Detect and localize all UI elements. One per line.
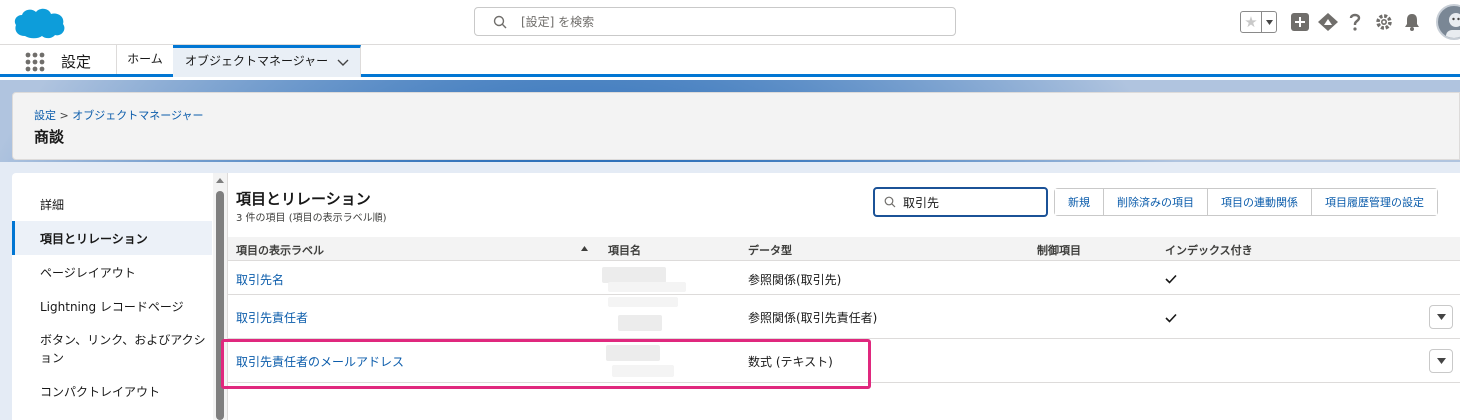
scroll-up-icon[interactable] (216, 177, 224, 185)
section-title: 項目とリレーション (236, 190, 371, 208)
redacted-field-name-line2 (612, 365, 674, 377)
tab-object-manager[interactable]: オブジェクトマネージャー (173, 45, 361, 77)
column-header-field-label[interactable]: 項目の表示ラベル (236, 242, 324, 258)
bell-icon (1405, 14, 1419, 31)
breadcrumb: 設定 > オブジェクトマネージャー (34, 107, 203, 123)
caret-down-icon (1436, 314, 1446, 320)
caret-down-icon (1436, 358, 1446, 364)
breadcrumb-separator: > (59, 109, 69, 122)
table-row: 取引先責任者 参照関係(取引先責任者) (228, 295, 1460, 339)
star-icon[interactable]: ★ (1241, 12, 1261, 32)
row-actions-menu-button[interactable] (1429, 349, 1453, 373)
table-row: 取引先名 参照関係(取引先) (228, 262, 1460, 295)
redacted-field-name-line1 (608, 297, 678, 307)
quick-find-input[interactable] (903, 193, 1043, 211)
redacted-field-name-line2 (608, 282, 686, 292)
sidebar-item-details[interactable]: 詳細 (12, 187, 212, 221)
breadcrumb-object-manager-link[interactable]: オブジェクトマネージャー (72, 109, 203, 122)
table-header: 項目の表示ラベル 項目名 データ型 制御項目 インデックス付き (228, 237, 1460, 261)
page-header: 設定 > オブジェクトマネージャー 商談 (12, 92, 1460, 160)
global-search-input[interactable] (521, 12, 941, 32)
sort-ascending-icon[interactable] (581, 246, 588, 251)
quick-find-box[interactable] (873, 187, 1048, 217)
column-header-field-name[interactable]: 項目名 (608, 242, 641, 258)
sidebar-item-compact-layouts[interactable]: コンパクトレイアウト (12, 374, 212, 408)
data-type-text: 数式 (テキスト) (748, 355, 833, 369)
search-icon (884, 196, 896, 208)
trailhead-icon (1318, 13, 1338, 31)
sidebar-item-fields-relationships[interactable]: 項目とリレーション (12, 221, 212, 255)
notifications-button[interactable] (1401, 11, 1423, 33)
caret-down-icon (1265, 19, 1273, 25)
salesforce-cloud-logo[interactable] (12, 6, 66, 40)
column-header-controlling-field[interactable]: 制御項目 (1037, 242, 1081, 258)
new-field-button[interactable]: 新規 (1055, 189, 1104, 215)
item-count-text: 3 件の項目 (項目の表示ラベル順) (236, 213, 387, 224)
redacted-field-name (618, 315, 662, 331)
set-history-tracking-button[interactable]: 項目履歴管理の設定 (1312, 189, 1437, 215)
setup-button[interactable] (1373, 11, 1395, 33)
deleted-fields-button[interactable]: 削除済みの項目 (1104, 189, 1208, 215)
global-actions-button[interactable] (1289, 11, 1311, 33)
sidebar-scrollbar[interactable] (213, 173, 227, 420)
app-launcher-icon[interactable] (25, 52, 45, 72)
checkmark-icon (1165, 313, 1177, 323)
sidebar-item-lightning-record-pages[interactable]: Lightning レコードページ (12, 289, 212, 323)
data-type-text: 参照関係(取引先責任者) (748, 311, 878, 325)
field-dependencies-button[interactable]: 項目の連動関係 (1208, 189, 1312, 215)
scrollbar-thumb[interactable] (216, 191, 224, 420)
gear-icon (1376, 14, 1392, 30)
checkmark-icon (1165, 274, 1177, 284)
global-search[interactable] (474, 7, 956, 36)
fields-relationships-panel: 項目とリレーション 3 件の項目 (項目の表示ラベル順) 新規 削除済みの項目 … (227, 173, 1460, 420)
user-avatar[interactable] (1436, 4, 1460, 40)
table-row: 取引先責任者のメールアドレス 数式 (テキスト) (228, 339, 1460, 383)
global-header: ★ (0, 0, 1460, 45)
app-name: 設定 (61, 53, 92, 71)
avatar-icon (1446, 13, 1460, 38)
sidebar-item-buttons-links-actions[interactable]: ボタン、リンク、およびアクション (12, 326, 212, 372)
tab-object-manager-label: オブジェクトマネージャー (185, 54, 329, 68)
column-header-indexed[interactable]: インデックス付き (1165, 242, 1253, 258)
field-label-link[interactable]: 取引先責任者のメールアドレス (236, 353, 404, 370)
sidebar-item-page-layouts[interactable]: ページレイアウト (12, 255, 212, 289)
breadcrumb-setup-link[interactable]: 設定 (34, 109, 56, 122)
tab-home[interactable]: ホーム (117, 45, 173, 74)
help-button[interactable] (1344, 11, 1366, 33)
data-type-text: 参照関係(取引先) (748, 273, 842, 287)
app-navigation-bar: 設定 ホーム オブジェクトマネージャー (0, 45, 1460, 77)
help-icon (1349, 13, 1361, 31)
redacted-field-name (602, 267, 666, 283)
object-sidebar: 詳細 項目とリレーション ページレイアウト Lightning レコードページ … (12, 173, 227, 420)
trailhead-button[interactable] (1317, 11, 1339, 33)
page-title: 商談 (34, 128, 65, 146)
field-label-link[interactable]: 取引先責任者 (236, 309, 308, 326)
favorites-dropdown[interactable] (1261, 12, 1276, 32)
chevron-down-icon[interactable] (336, 55, 350, 69)
search-icon (493, 15, 507, 29)
favorites-button[interactable]: ★ (1240, 11, 1277, 33)
field-label-link[interactable]: 取引先名 (236, 271, 284, 288)
add-icon (1291, 13, 1309, 31)
redacted-field-name (606, 345, 660, 361)
action-button-group: 新規 削除済みの項目 項目の連動関係 項目履歴管理の設定 (1054, 188, 1438, 216)
column-header-data-type[interactable]: データ型 (748, 242, 792, 258)
row-actions-menu-button[interactable] (1429, 305, 1453, 329)
